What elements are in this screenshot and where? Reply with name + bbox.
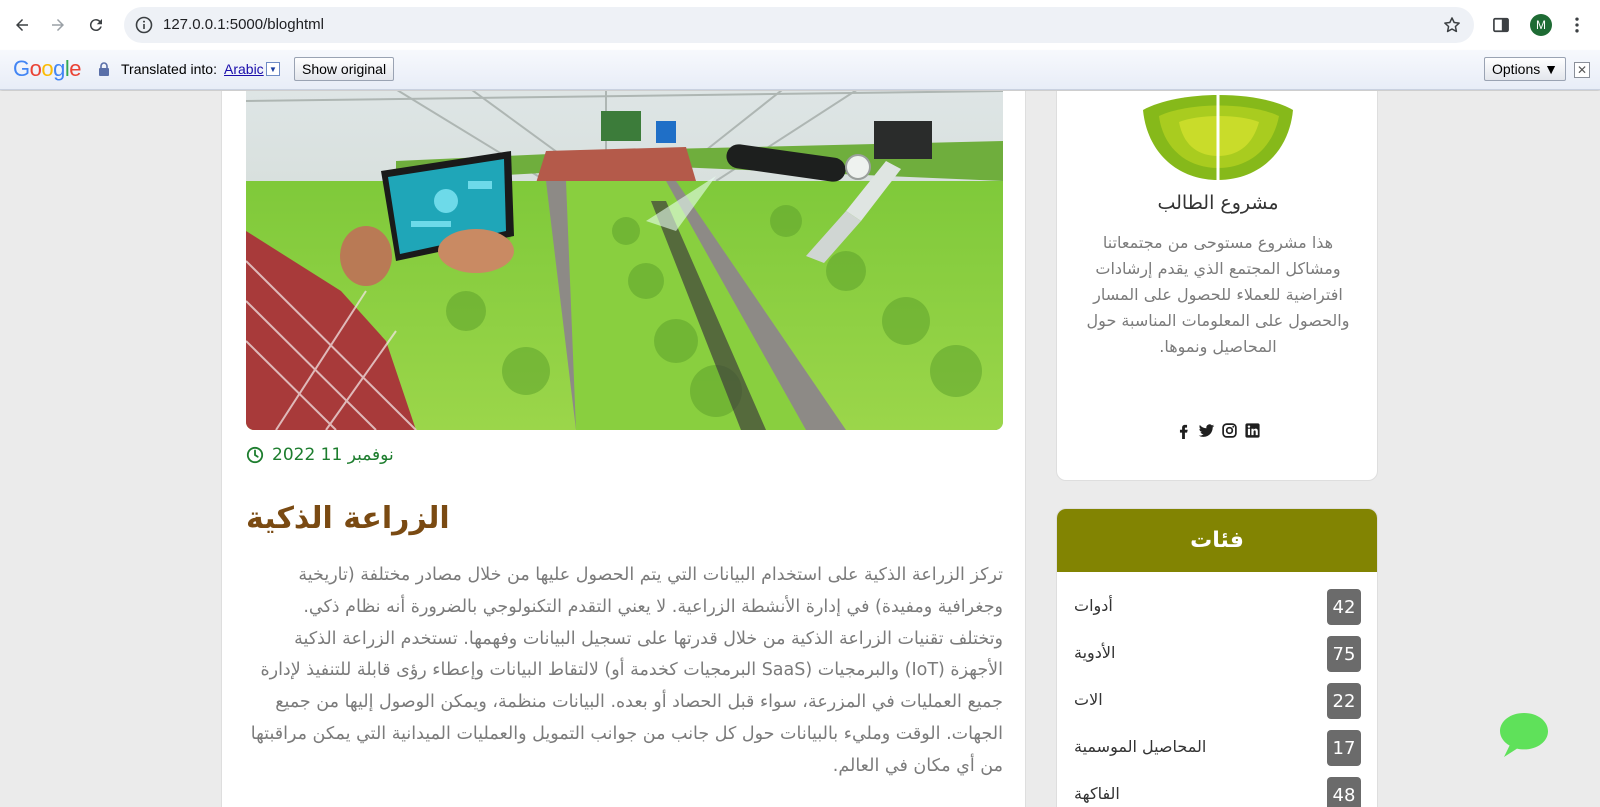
- project-title: مشروع الطالب: [1157, 192, 1279, 214]
- project-description: هذا مشروع مستوحى من مجتمعاتنا ومشاكل الم…: [1086, 233, 1350, 356]
- instagram-icon[interactable]: [1221, 422, 1238, 439]
- chat-bubble-button[interactable]: [1498, 711, 1550, 759]
- category-count-badge: 48: [1327, 777, 1361, 807]
- facebook-icon[interactable]: [1175, 422, 1192, 439]
- forward-button[interactable]: [43, 10, 73, 40]
- address-bar[interactable]: 127.0.0.1:5000/bloghtml: [124, 7, 1474, 43]
- bookmark-star-icon[interactable]: [1442, 15, 1462, 35]
- category-label: المحاصيل الموسمية: [1074, 737, 1207, 756]
- chat-icon: [1500, 713, 1548, 757]
- blog-page: نوفمبر 11 2022 الزراعة الذكية تركز الزرا…: [0, 91, 1600, 807]
- category-label: الأدوية: [1074, 643, 1116, 662]
- language-dropdown-icon[interactable]: ▼: [266, 62, 280, 76]
- greenhouse-robot-illustration: [246, 91, 1003, 430]
- post-title: الزراعة الذكية: [246, 501, 450, 536]
- google-translate-bar: Google Translated into: Arabic ▼ Show or…: [0, 50, 1600, 90]
- side-panel-icon: [1493, 17, 1509, 33]
- show-original-button[interactable]: Show original: [294, 57, 395, 81]
- google-logo: Google: [13, 56, 82, 81]
- translation-language-link[interactable]: Arabic: [224, 61, 264, 77]
- side-panel-button[interactable]: [1489, 13, 1513, 37]
- category-item[interactable]: المحاصيل الموسمية 17: [1057, 728, 1377, 768]
- back-button[interactable]: [7, 10, 37, 40]
- category-item[interactable]: الات 22: [1057, 681, 1377, 721]
- translate-options-button[interactable]: Options ▼: [1484, 57, 1566, 81]
- category-count-badge: 22: [1327, 683, 1361, 719]
- category-count-badge: 17: [1327, 730, 1361, 766]
- clock-icon: [246, 446, 264, 464]
- category-count-badge: 42: [1327, 589, 1361, 625]
- reload-icon: [89, 19, 102, 32]
- categories-heading: فئات: [1057, 509, 1377, 572]
- arrow-right-icon: [52, 19, 64, 31]
- categories-card: فئات أدوات 42 الأدوية 75 الات 22 المحاصي…: [1056, 508, 1378, 807]
- lock-icon: [99, 62, 109, 76]
- blog-post-card: نوفمبر 11 2022 الزراعة الذكية تركز الزرا…: [221, 91, 1026, 807]
- category-item[interactable]: الأدوية 75: [1057, 634, 1377, 674]
- category-label: الفاكهة: [1074, 784, 1120, 803]
- category-label: الات: [1074, 690, 1103, 709]
- twitter-icon[interactable]: [1198, 422, 1215, 439]
- arrow-left-icon: [16, 19, 28, 31]
- browser-menu-button[interactable]: [1565, 13, 1589, 37]
- translated-into-label: Translated into:: [121, 61, 217, 77]
- post-hero-image: [246, 91, 1003, 430]
- about-card: مشروع الطالب هذا مشروع مستوحى من مجتمعات…: [1056, 91, 1378, 481]
- linkedin-icon[interactable]: [1244, 422, 1261, 439]
- category-item[interactable]: أدوات 42: [1057, 587, 1377, 627]
- category-count-badge: 75: [1327, 636, 1361, 672]
- post-body: تركز الزراعة الذكية على استخدام البيانات…: [250, 565, 1003, 776]
- leaf-logo-icon: [1143, 91, 1293, 180]
- close-translate-bar-icon[interactable]: ✕: [1574, 62, 1590, 78]
- profile-avatar[interactable]: M: [1530, 14, 1552, 36]
- post-date-text: نوفمبر 11 2022: [272, 445, 394, 465]
- site-info-icon[interactable]: [134, 15, 154, 35]
- reload-button[interactable]: [81, 10, 111, 40]
- url-text: 127.0.0.1:5000/bloghtml: [163, 16, 324, 33]
- social-links: [1057, 422, 1379, 439]
- kebab-menu-icon: [1575, 17, 1579, 33]
- category-item[interactable]: الفاكهة 48: [1057, 775, 1377, 807]
- post-date: نوفمبر 11 2022: [246, 445, 394, 465]
- browser-toolbar: 127.0.0.1:5000/bloghtml M: [0, 0, 1600, 50]
- category-label: أدوات: [1074, 596, 1113, 615]
